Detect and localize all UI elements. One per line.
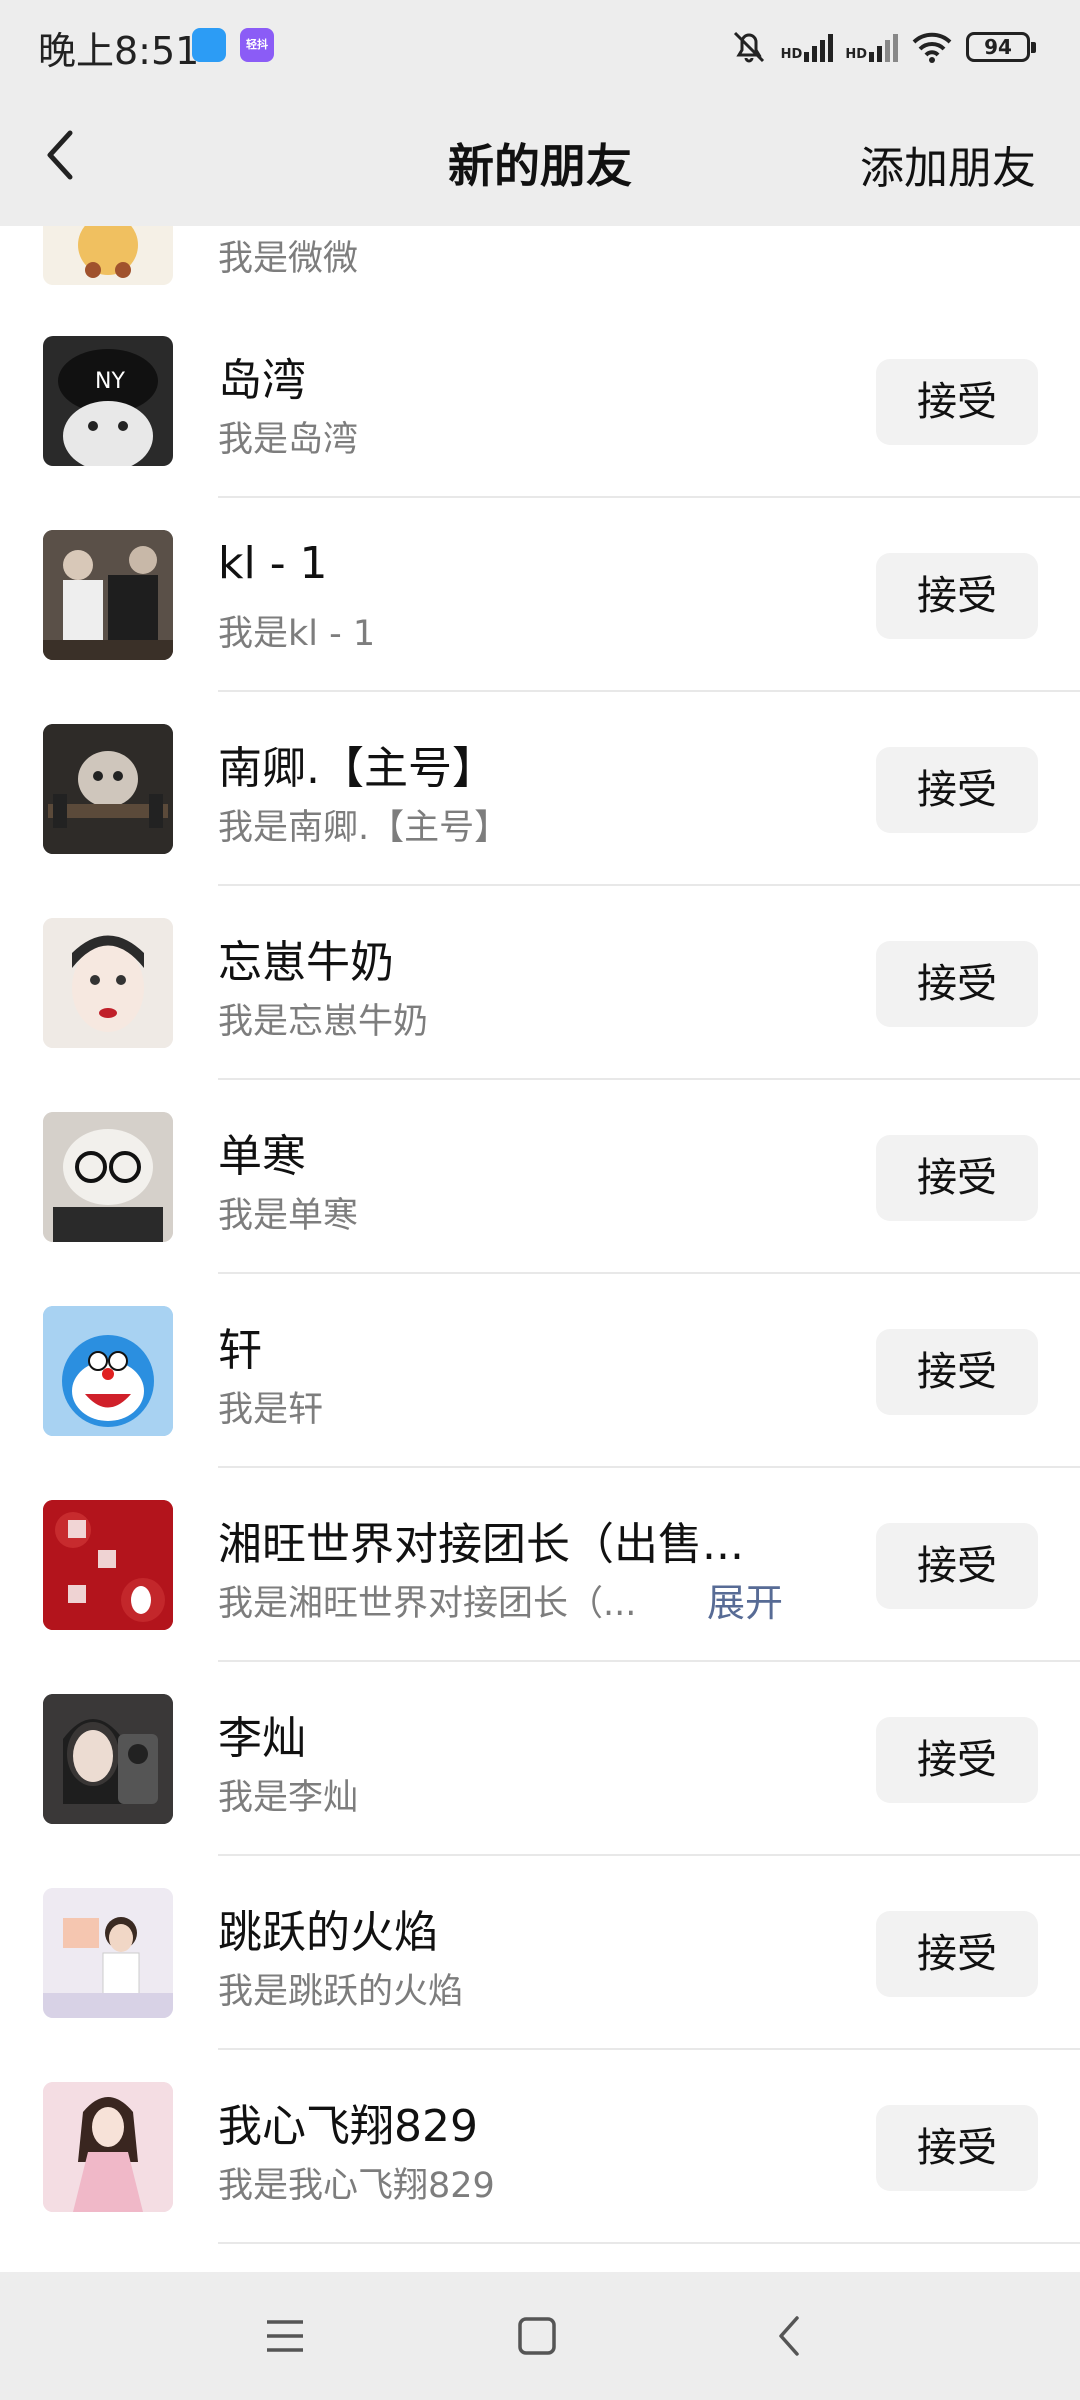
request-message: 我是岛湾 xyxy=(218,420,359,460)
list-item[interactable]: NY 岛湾 我是岛湾 接受 xyxy=(0,304,1080,498)
battery-indicator: 94 xyxy=(966,32,1036,62)
avatar xyxy=(43,530,173,660)
requester-name: 李灿 xyxy=(218,1713,306,1764)
avatar xyxy=(43,2082,173,2212)
status-time: 晚上8:51 xyxy=(38,29,200,73)
requester-name: kl - 1 xyxy=(218,538,328,589)
friend-request-list: 我是微微 NY 岛湾 我是岛湾 接受 kl - 1 我是kl - 1 接受 南卿… xyxy=(0,226,1080,2270)
add-friend-button[interactable]: 添加朋友 xyxy=(860,132,1036,196)
list-item[interactable]: 轩 我是轩 接受 xyxy=(0,1274,1080,1468)
svg-text:NY: NY xyxy=(95,369,125,394)
list-item[interactable]: 李灿 我是李灿 接受 xyxy=(0,1662,1080,1856)
requester-name: 我心飞翔829 xyxy=(218,2101,478,2152)
accept-button[interactable]: 接受 xyxy=(876,747,1038,833)
request-message: 我是微微 xyxy=(218,239,359,279)
menu-icon xyxy=(267,2320,303,2352)
network-label-1: HD xyxy=(780,47,803,62)
avatar xyxy=(43,1888,173,2018)
accept-button[interactable]: 接受 xyxy=(876,1717,1038,1803)
request-message: 我是湘旺世界对接团长（... xyxy=(218,1584,637,1624)
request-message: 我是单寒 xyxy=(218,1196,359,1236)
avatar xyxy=(43,1112,173,1242)
avatar xyxy=(43,918,173,1048)
notification-app-icon-2: 轻抖 xyxy=(240,28,274,62)
list-item[interactable]: 单寒 我是单寒 接受 xyxy=(0,1080,1080,1274)
requester-name: 单寒 xyxy=(218,1131,306,1182)
list-item[interactable]: 忘崽牛奶 我是忘崽牛奶 接受 xyxy=(0,886,1080,1080)
requester-name: 轩 xyxy=(218,1325,262,1376)
list-item[interactable]: kl - 1 我是kl - 1 接受 xyxy=(0,498,1080,692)
request-message: 我是忘崽牛奶 xyxy=(218,1002,429,1042)
request-message: 我是我心飞翔829 xyxy=(218,2166,495,2206)
requester-name: 南卿.【主号】 xyxy=(218,743,496,794)
divider xyxy=(218,2242,1080,2244)
requester-name: 忘崽牛奶 xyxy=(218,937,394,988)
home-icon xyxy=(518,2317,556,2355)
accept-button[interactable]: 接受 xyxy=(876,2105,1038,2191)
requester-name: 跳跃的火焰 xyxy=(218,1907,438,1958)
avatar xyxy=(43,1500,173,1630)
signal-2: HD xyxy=(845,32,898,62)
back-arrow-icon xyxy=(47,130,73,180)
mute-bell-icon xyxy=(733,31,764,63)
avatar xyxy=(43,1306,173,1436)
signal-bars-icon xyxy=(804,32,834,62)
expand-link[interactable]: 展开 xyxy=(707,1572,783,1627)
accept-button[interactable]: 接受 xyxy=(876,553,1038,639)
system-nav-bar xyxy=(0,2272,1080,2400)
back-button[interactable] xyxy=(30,120,90,190)
system-back-button[interactable] xyxy=(760,2306,820,2366)
status-bar: 晚上8:51 轻抖 HD HD 94 xyxy=(0,0,1080,90)
requester-name: 湘旺世界对接团长（出售... xyxy=(218,1519,744,1570)
home-button[interactable] xyxy=(507,2306,567,2366)
signal-1: HD xyxy=(781,32,834,62)
requester-name: 岛湾 xyxy=(218,355,306,406)
accept-button[interactable]: 接受 xyxy=(876,1329,1038,1415)
request-message: 我是轩 xyxy=(218,1390,324,1430)
accept-button[interactable]: 接受 xyxy=(876,1911,1038,1997)
wifi-icon xyxy=(912,32,952,63)
notification-app-icon xyxy=(192,28,226,62)
request-message: 我是跳跃的火焰 xyxy=(218,1972,464,2012)
list-item[interactable]: 湘旺世界对接团长（出售... 我是湘旺世界对接团长（... 展开 接受 xyxy=(0,1468,1080,1662)
status-indicators: HD HD 94 xyxy=(729,22,1036,72)
request-message: 我是李灿 xyxy=(218,1778,359,1818)
accept-button[interactable]: 接受 xyxy=(876,1135,1038,1221)
request-message: 我是kl - 1 xyxy=(218,614,376,654)
list-item[interactable]: 跳跃的火焰 我是跳跃的火焰 接受 xyxy=(0,1856,1080,2050)
accept-button[interactable]: 接受 xyxy=(876,359,1038,445)
request-message: 我是南卿.【主号】 xyxy=(218,808,510,848)
avatar xyxy=(43,724,173,854)
avatar xyxy=(43,226,173,285)
nav-header: 新的朋友 添加朋友 xyxy=(0,90,1080,226)
network-label-2: HD xyxy=(845,47,867,62)
accept-button[interactable]: 接受 xyxy=(876,941,1038,1027)
list-item[interactable]: 我心飞翔829 我是我心飞翔829 接受 xyxy=(0,2050,1080,2244)
back-icon xyxy=(779,2316,799,2356)
avatar xyxy=(43,1694,173,1824)
accept-button[interactable]: 接受 xyxy=(876,1523,1038,1609)
list-item[interactable]: 南卿.【主号】 我是南卿.【主号】 接受 xyxy=(0,692,1080,886)
signal-bars-icon xyxy=(869,32,898,62)
menu-button[interactable] xyxy=(255,2306,315,2366)
avatar: NY xyxy=(43,336,173,466)
